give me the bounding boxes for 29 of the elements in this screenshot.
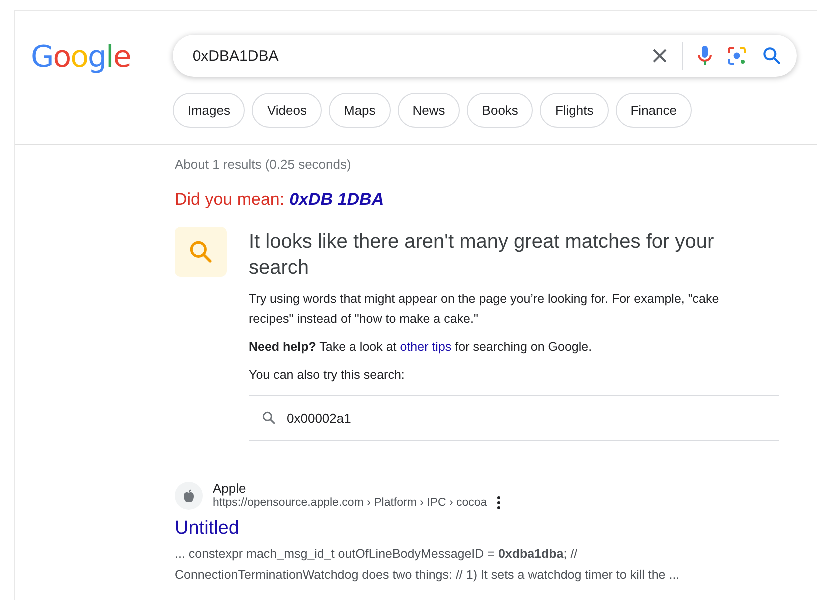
filter-chip[interactable]: News bbox=[398, 93, 460, 128]
more-icon[interactable] bbox=[497, 496, 502, 510]
camera-icon[interactable] bbox=[727, 46, 747, 66]
tip-text: Try using words that might appear on the page you’re looking for. For example, "cake recipes" instead of "how to make a cake." bbox=[249, 291, 720, 328]
suggested-search[interactable]: 0x00002a1 bbox=[249, 395, 779, 441]
also-try-text: You can also try this search: bbox=[249, 367, 406, 384]
apple-icon bbox=[183, 488, 195, 502]
notice-heading: It looks like there aren't many great matches for your search bbox=[249, 230, 716, 281]
filter-chip[interactable]: Flights bbox=[540, 93, 609, 128]
help-text: Need help? Take a look at other tips for searching on Google. bbox=[249, 339, 594, 356]
filter-chip[interactable]: Videos bbox=[252, 93, 322, 128]
result-snippet: ... constexpr mach_msg_id_t outOfLineBodyMessageID = 0xdba1dba; // ConnectionTerminationWatchdog does two things: // 1) It sets a watchdog timer to kill the ... bbox=[175, 546, 681, 584]
suggestion-link[interactable]: 0xDB 1DBA bbox=[290, 190, 384, 210]
site-name: Apple bbox=[213, 481, 248, 496]
result-url: https://opensource.apple.com › Platform › IPC › cocoa bbox=[213, 497, 488, 509]
did-you-mean-label: Did you mean: bbox=[175, 190, 285, 210]
search-icon bbox=[761, 45, 783, 67]
google-logo[interactable]: Google bbox=[31, 40, 131, 75]
result-stats: About 1 results (0.25 seconds) bbox=[175, 157, 352, 172]
microphone-icon[interactable] bbox=[697, 45, 713, 67]
filter-chip[interactable]: Books bbox=[467, 93, 534, 128]
close-icon[interactable] bbox=[652, 48, 668, 64]
filter-chip[interactable]: Finance bbox=[616, 93, 692, 128]
search-icon bbox=[261, 410, 277, 426]
search-input[interactable]: 0xDBA1DBA bbox=[190, 46, 638, 66]
filter-chip[interactable]: Maps bbox=[328, 93, 391, 128]
result-title[interactable]: Untitled bbox=[175, 518, 240, 540]
other-tips-link[interactable]: other tips bbox=[400, 340, 452, 354]
filter-chip[interactable]: Images bbox=[172, 93, 246, 128]
